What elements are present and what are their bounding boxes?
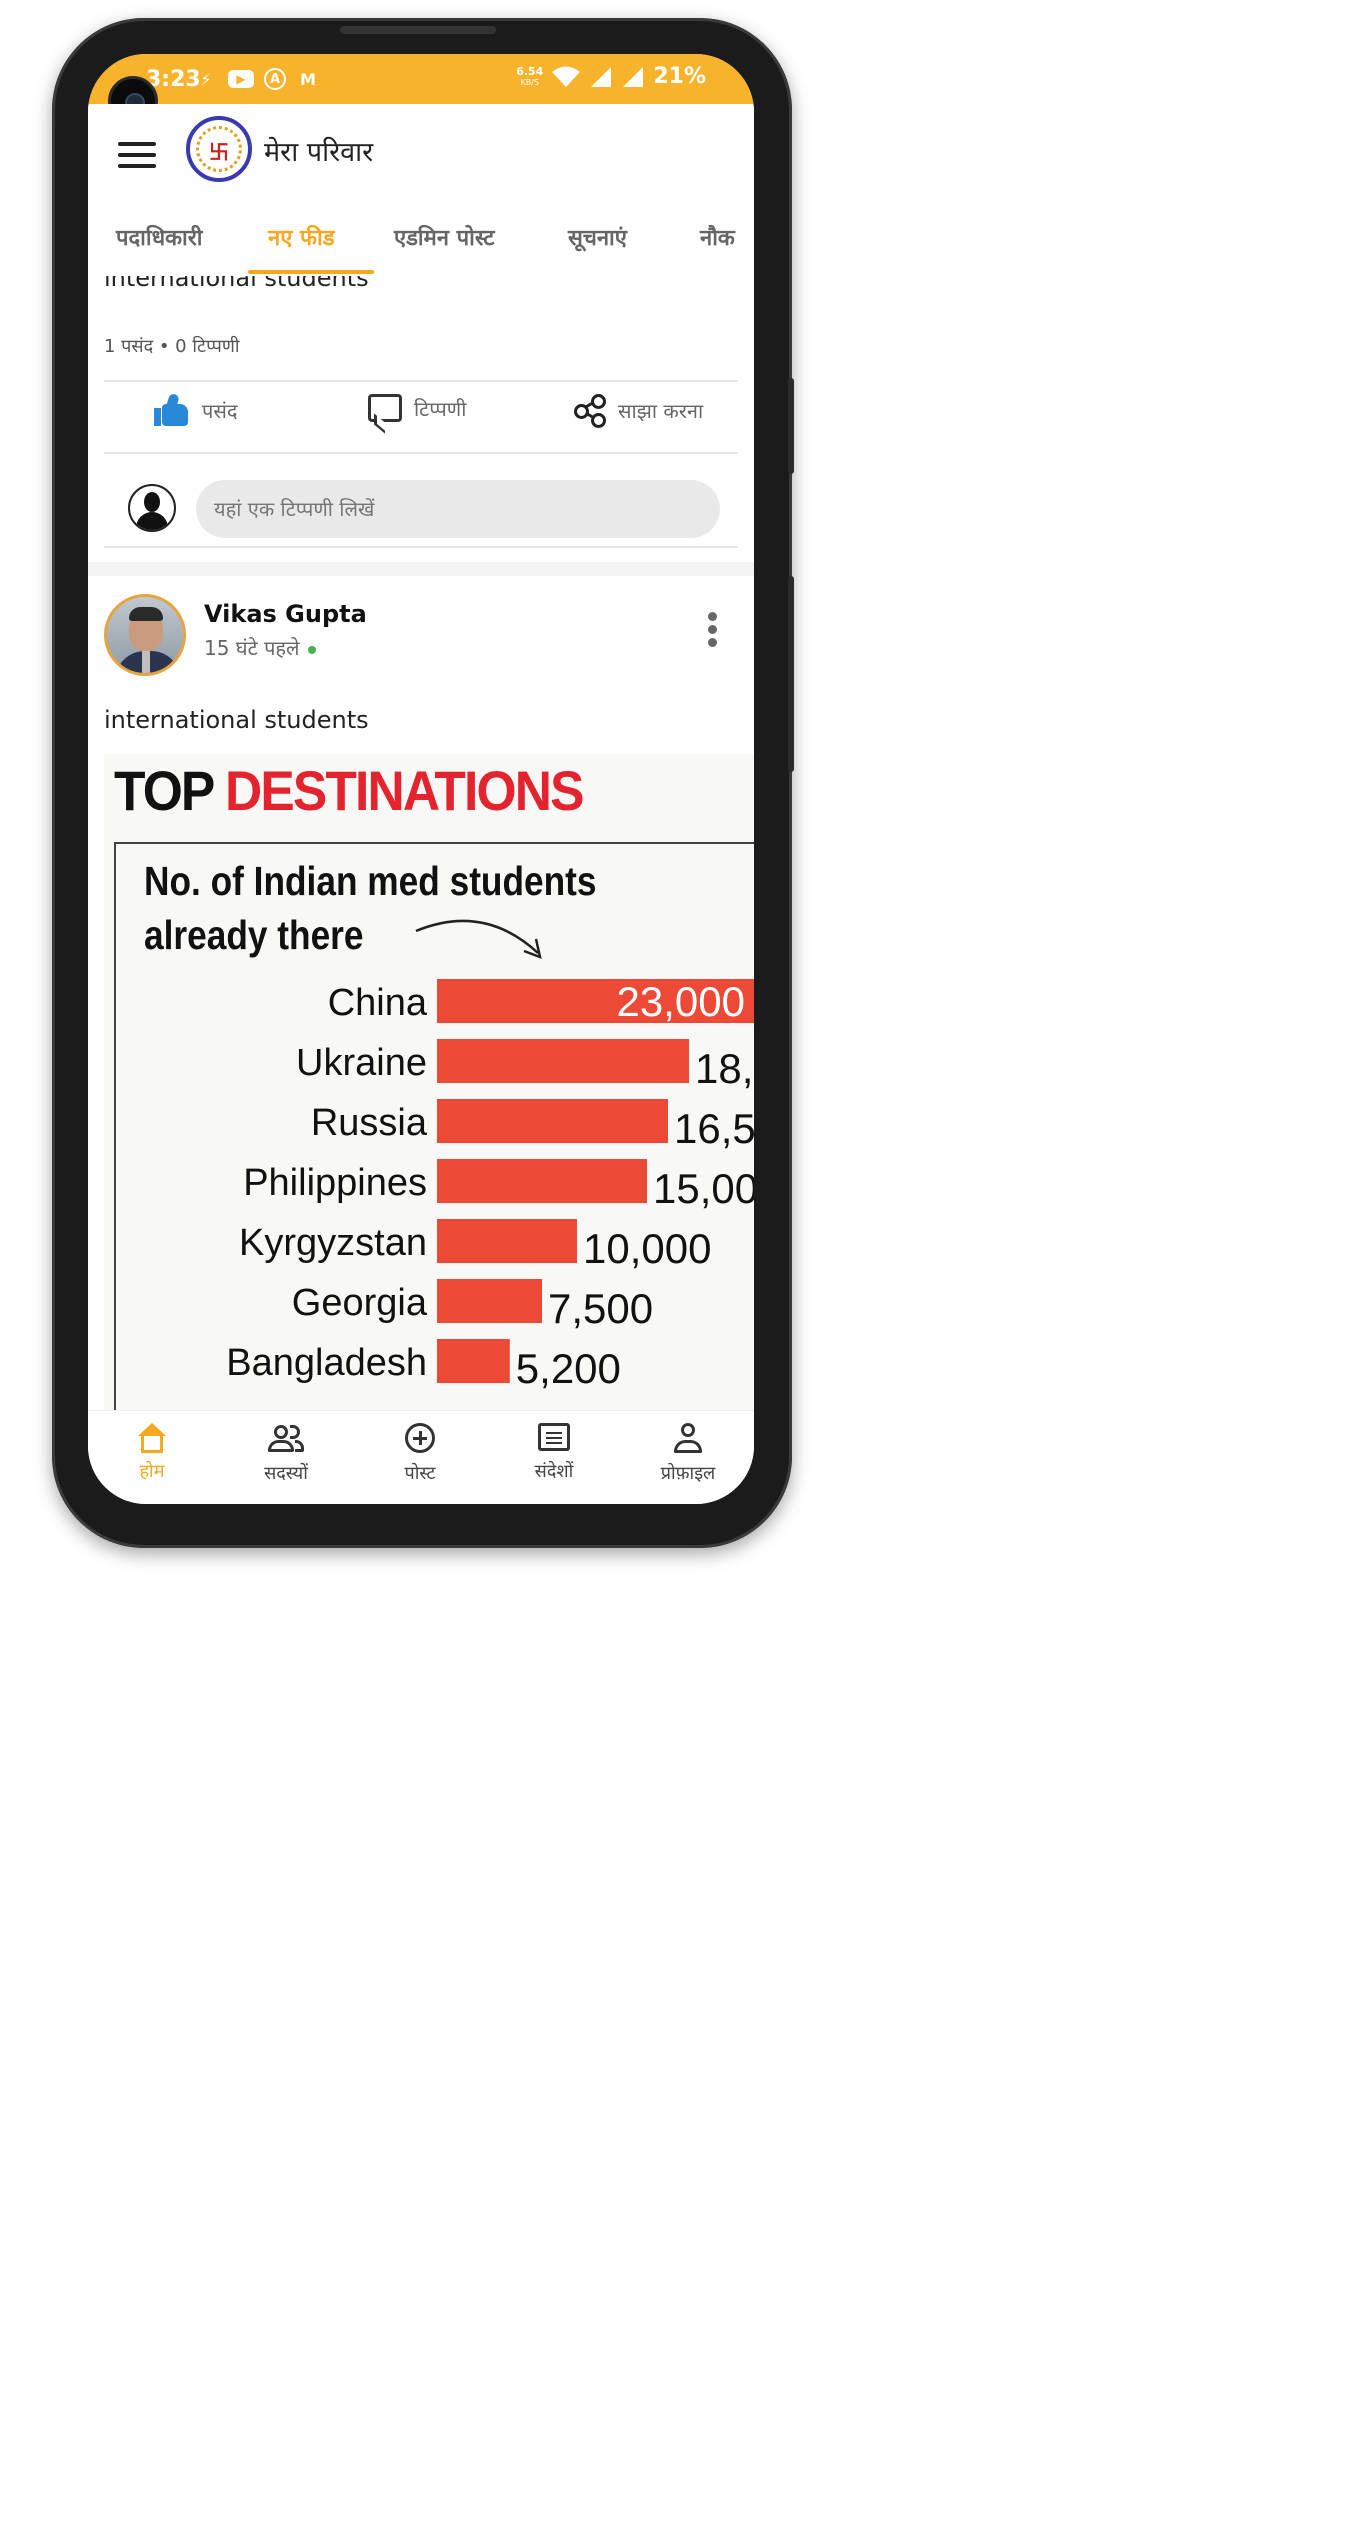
- category-label: Georgia: [292, 1282, 428, 1324]
- post-time-text: 15 घंटे पहले: [204, 636, 300, 660]
- post-text: international students: [104, 706, 369, 734]
- value-label: 18,000: [695, 1045, 754, 1092]
- like-button[interactable]: पसंद: [154, 392, 238, 426]
- user-avatar-icon: [128, 484, 176, 532]
- nav-home-label: होम: [139, 1461, 165, 1482]
- value-label: 5,200: [516, 1345, 621, 1392]
- nav-profile[interactable]: प्रोफ़ाइल: [638, 1423, 738, 1485]
- volume-button: [788, 378, 794, 474]
- bar: [437, 1039, 689, 1083]
- tab-new-feed[interactable]: नए फीड: [268, 222, 334, 252]
- add-post-icon: [405, 1423, 435, 1453]
- tab-officials[interactable]: पदाधिकारी: [116, 222, 202, 252]
- swastika-logo-icon: 卐: [186, 116, 252, 182]
- bolt-icon: ⚡: [200, 69, 212, 89]
- comment-bubble-icon: [368, 394, 402, 422]
- category-label: Ukraine: [296, 1042, 427, 1084]
- a-circle-icon: A: [264, 68, 286, 90]
- bar: [437, 1339, 510, 1383]
- bar: [437, 1219, 577, 1263]
- network-speed-value: 6.54: [516, 64, 544, 78]
- app-bar: 卐 मेरा परिवार: [88, 104, 754, 214]
- post-image[interactable]: TOP DESTINATIONS No. of Indian med stude…: [104, 754, 754, 1410]
- value-label: 15,000: [653, 1165, 754, 1212]
- nav-post[interactable]: पोस्ट: [370, 1423, 470, 1485]
- notification-icons: ⚡ ▶ A M: [194, 68, 320, 90]
- tab-admin-post[interactable]: एडमिन पोस्ट: [394, 222, 495, 252]
- youtube-icon: ▶: [228, 70, 254, 88]
- signal-icon-2: [623, 66, 644, 87]
- battery-level: 21%: [653, 64, 706, 89]
- share-label: साझा करना: [618, 398, 704, 423]
- system-icons: 6.54 KB/S 21%: [516, 64, 706, 89]
- hamburger-icon[interactable]: [118, 142, 156, 168]
- category-label: Bangladesh: [226, 1342, 427, 1384]
- divider: [104, 380, 738, 382]
- active-tab-indicator: [248, 270, 374, 274]
- comment-label: टिप्पणी: [414, 396, 467, 421]
- bar: [437, 1099, 668, 1143]
- bottom-navigation: होम सदस्यों पोस्ट संदेशों प्रोफ़ाइल: [88, 1410, 754, 1504]
- signal-icon: [591, 66, 612, 87]
- like-comment-counts: 1 पसंद • 0 टिप्पणी: [104, 336, 240, 357]
- tab-notices[interactable]: सूचनाएं: [568, 222, 627, 252]
- comment-button[interactable]: टिप्पणी: [368, 394, 466, 422]
- thumbs-up-icon: [154, 392, 190, 426]
- post-author[interactable]: Vikas Gupta: [204, 600, 367, 628]
- wifi-icon: [552, 66, 581, 87]
- divider: [104, 452, 738, 454]
- bar: [437, 1159, 647, 1203]
- earpiece-speaker: [340, 26, 496, 34]
- gmail-icon: M: [300, 69, 316, 89]
- share-icon: [574, 394, 606, 428]
- app-title: मेरा परिवार: [264, 137, 374, 168]
- nav-members[interactable]: सदस्यों: [236, 1423, 336, 1485]
- status-bar: 3:23 ⚡ ▶ A M 6.54 KB/S 21%: [88, 54, 754, 104]
- category-label: Philippines: [243, 1162, 427, 1204]
- category-label: Russia: [311, 1102, 428, 1144]
- share-button[interactable]: साझा करना: [574, 394, 704, 428]
- category-label: China: [328, 982, 428, 1024]
- tab-jobs[interactable]: नौक: [700, 222, 735, 252]
- nav-home[interactable]: होम: [102, 1423, 202, 1483]
- value-label: 16,500: [674, 1105, 754, 1152]
- value-label: 10,000: [583, 1225, 711, 1272]
- like-label: पसंद: [202, 398, 238, 423]
- divider: [104, 546, 738, 548]
- category-label: Kyrgyzstan: [239, 1222, 427, 1264]
- tab-bar: पदाधिकारी नए फीड एडमिन पोस्ट सूचनाएं नौक: [88, 214, 754, 277]
- members-icon: [268, 1423, 304, 1453]
- online-dot: [307, 645, 316, 654]
- comment-input[interactable]: [196, 480, 720, 538]
- comment-composer: [88, 466, 754, 546]
- profile-icon: [673, 1423, 703, 1455]
- power-button: [788, 576, 794, 772]
- value-label: 7,500: [548, 1285, 653, 1332]
- post-separator: [88, 562, 754, 576]
- author-avatar[interactable]: [104, 594, 186, 676]
- home-icon: [136, 1423, 168, 1453]
- more-options-icon[interactable]: [708, 612, 718, 648]
- phone-screen: 3:23 ⚡ ▶ A M 6.54 KB/S 21% 卐 मेरा परिवार: [88, 54, 754, 1504]
- network-speed: 6.54 KB/S: [516, 66, 543, 88]
- network-speed-unit: KB/S: [520, 77, 540, 87]
- messages-icon: [538, 1423, 570, 1451]
- previous-post-text: international students: [104, 276, 369, 292]
- feed-list[interactable]: international students 1 पसंद • 0 टिप्पण…: [88, 276, 754, 1410]
- nav-post-label: पोस्ट: [404, 1463, 436, 1484]
- nav-members-label: सदस्यों: [264, 1463, 308, 1484]
- post-timestamp: 15 घंटे पहले: [204, 634, 316, 661]
- nav-messages[interactable]: संदेशों: [504, 1423, 604, 1483]
- bar-chart: China 23,000 Ukraine 18,000 Russia 16,500 Phil…: [226, 978, 754, 1392]
- nav-profile-label: प्रोफ़ाइल: [660, 1463, 716, 1484]
- nav-messages-label: संदेशों: [534, 1461, 574, 1482]
- bar: [437, 1279, 542, 1323]
- value-label: 23,000: [617, 978, 745, 1025]
